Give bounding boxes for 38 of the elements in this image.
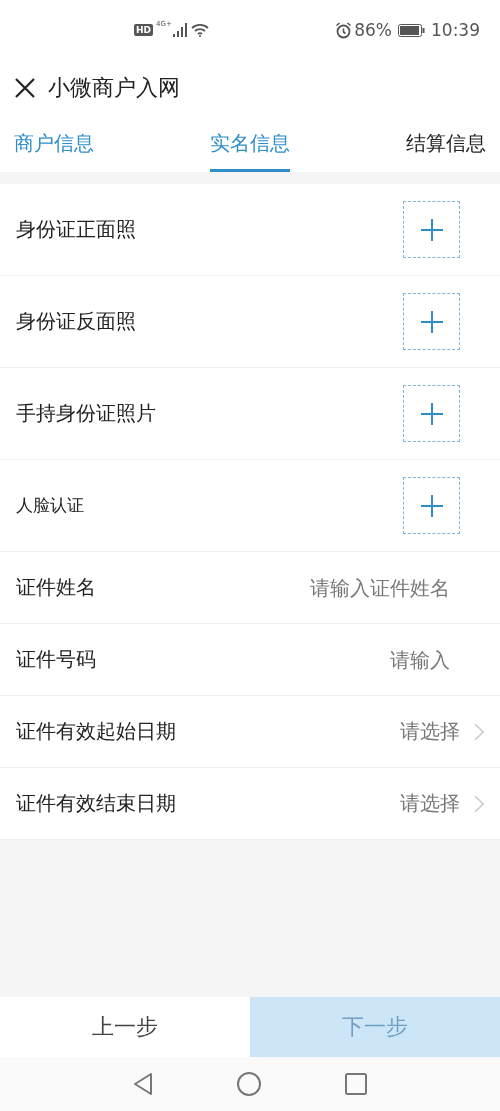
signal-icon bbox=[172, 23, 187, 37]
battery-icon bbox=[398, 23, 425, 37]
recents-icon[interactable] bbox=[345, 1073, 367, 1095]
field-label: 身份证反面照 bbox=[16, 308, 137, 335]
close-icon[interactable] bbox=[14, 77, 36, 99]
tab[interactable]: 商户信息 bbox=[14, 116, 94, 172]
input-field[interactable]: 请输入 bbox=[228, 646, 452, 673]
select-placeholder[interactable]: 请选择 bbox=[400, 790, 460, 817]
chevron-right-icon bbox=[474, 794, 484, 813]
field-label: 证件号码 bbox=[16, 646, 97, 673]
input-field[interactable]: 请输入证件姓名 bbox=[228, 574, 452, 601]
select-placeholder[interactable]: 请选择 bbox=[400, 718, 460, 745]
plus-icon bbox=[420, 402, 443, 425]
chevron-right-icon bbox=[474, 722, 484, 741]
battery-percent: 86% bbox=[354, 20, 392, 40]
field-label: 身份证正面照 bbox=[16, 216, 137, 243]
plus-icon bbox=[420, 494, 443, 517]
field-label: 证件有效结束日期 bbox=[16, 790, 177, 817]
field-label: 人脸认证 bbox=[16, 494, 85, 517]
upload-button[interactable] bbox=[403, 385, 460, 442]
back-icon[interactable] bbox=[133, 1072, 153, 1096]
tab[interactable]: 实名信息 bbox=[210, 116, 290, 172]
hd-badge: HD bbox=[134, 24, 153, 36]
field-label: 手持身份证照片 bbox=[16, 400, 157, 427]
upload-button[interactable] bbox=[403, 477, 460, 534]
clock-time: 10:39 bbox=[431, 20, 480, 40]
upload-button[interactable] bbox=[403, 201, 460, 258]
home-icon[interactable] bbox=[237, 1072, 261, 1096]
previous-step-button[interactable]: 上一步 bbox=[0, 997, 250, 1057]
plus-icon bbox=[420, 310, 443, 333]
plus-icon bbox=[420, 218, 443, 241]
wifi-icon bbox=[190, 23, 209, 37]
alarm-icon bbox=[335, 21, 353, 39]
upload-button[interactable] bbox=[403, 293, 460, 350]
page-title: 小微商户入网 bbox=[48, 74, 180, 102]
tab[interactable]: 结算信息 bbox=[406, 116, 486, 172]
field-label: 证件有效起始日期 bbox=[16, 718, 177, 745]
field-label: 证件姓名 bbox=[16, 574, 97, 601]
